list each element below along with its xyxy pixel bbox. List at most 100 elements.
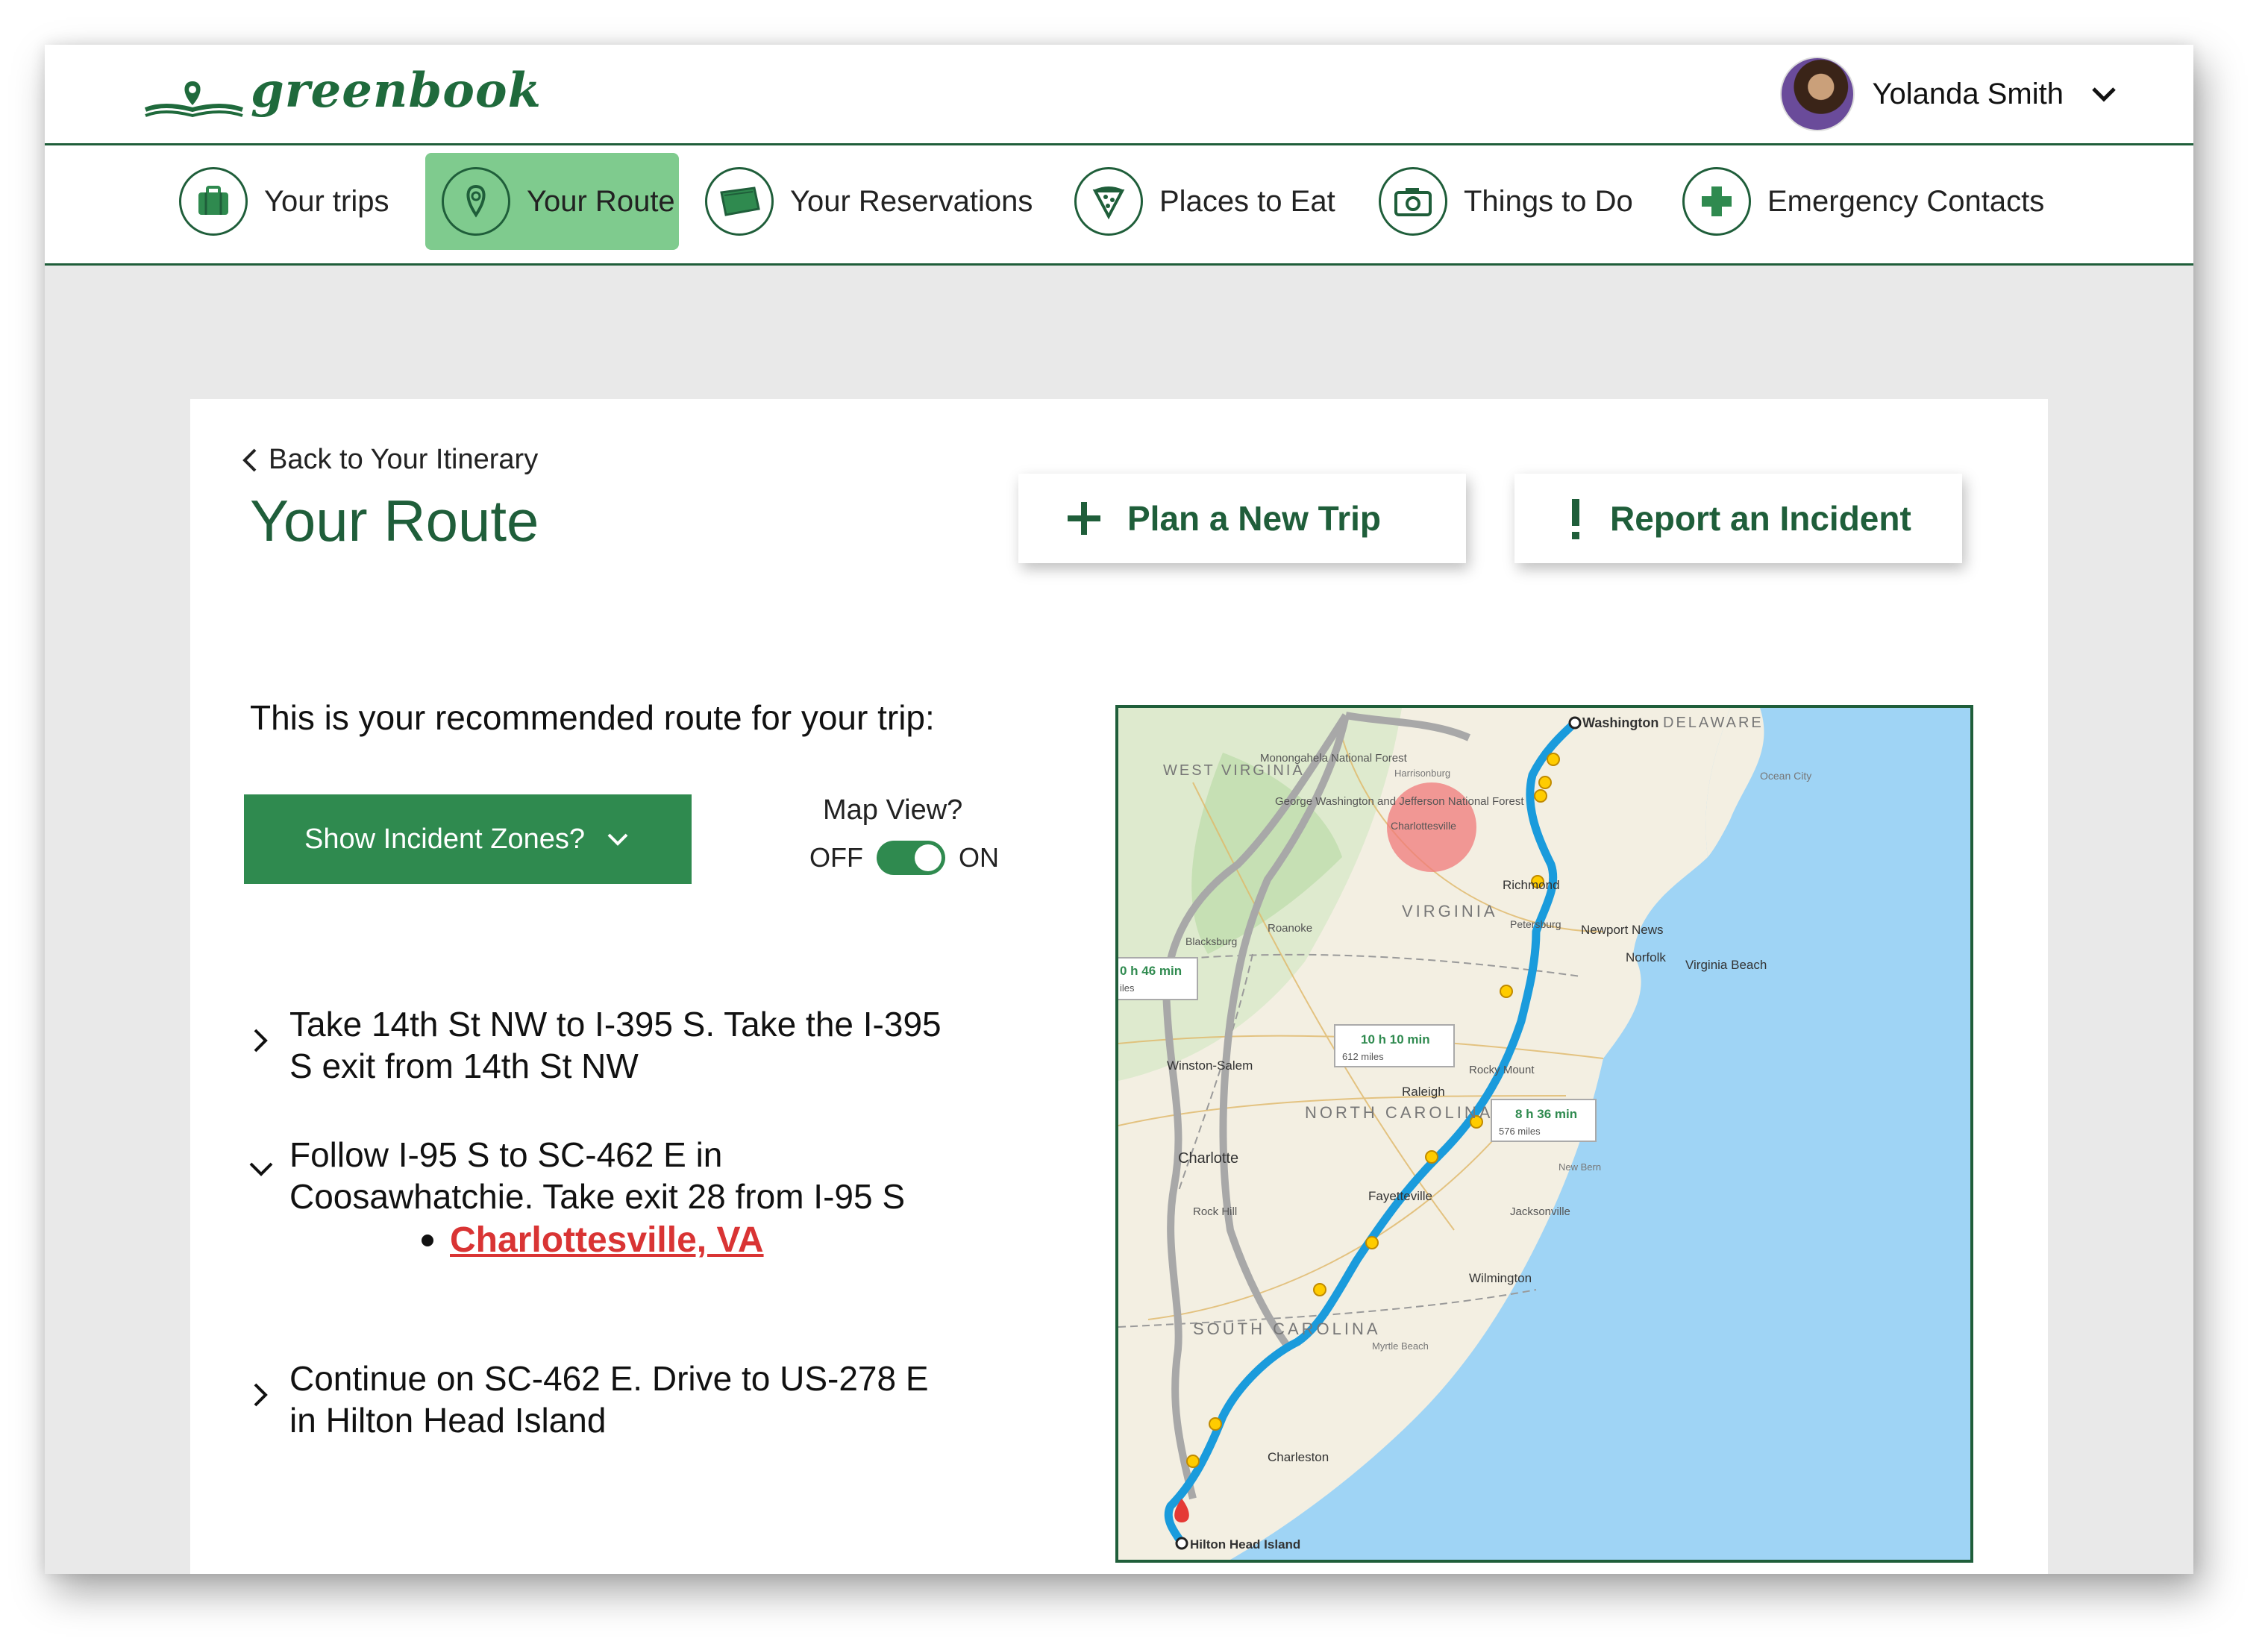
- tab-your-reservations[interactable]: Your Reservations: [705, 153, 1033, 250]
- chevron-down-icon[interactable]: [246, 1153, 276, 1183]
- map-label: NORTH CAROLINA: [1305, 1103, 1493, 1122]
- route-step[interactable]: Take 14th St NW to I-395 S. Take the I-3…: [246, 1003, 961, 1087]
- plan-new-trip-button[interactable]: Plan a New Trip: [1018, 474, 1466, 563]
- map-pin-icon: [442, 167, 510, 236]
- route-info-box[interactable]: 0 h 46 min iles: [1118, 957, 1198, 1000]
- route-time: 8 h 36 min: [1515, 1107, 1577, 1121]
- suitcase-icon: [179, 167, 248, 236]
- avatar: [1779, 57, 1855, 131]
- route-map[interactable]: Washington DELAWARE Ocean City WEST VIRG…: [1115, 705, 1973, 1563]
- tab-label: Emergency Contacts: [1767, 184, 2045, 218]
- map-label: Washington: [1582, 715, 1658, 730]
- map-label: Raleigh: [1402, 1085, 1445, 1099]
- incident-zones-dropdown[interactable]: Show Incident Zones?: [244, 794, 692, 884]
- chevron-down-icon: [607, 833, 628, 846]
- page-title: Your Route: [250, 488, 539, 553]
- map-label: Rock Hill: [1193, 1205, 1237, 1218]
- route-time: 0 h 46 min: [1120, 964, 1182, 978]
- chevron-right-icon[interactable]: [246, 1380, 276, 1410]
- map-label: Monongahela National Forest: [1260, 752, 1408, 765]
- chevron-right-icon[interactable]: [246, 1026, 276, 1055]
- tab-your-route[interactable]: Your Route: [425, 153, 679, 250]
- plan-new-trip-label: Plan a New Trip: [1127, 499, 1381, 538]
- tab-label: Your Reservations: [790, 184, 1033, 218]
- logo[interactable]: greenbook: [142, 63, 542, 119]
- route-step-text: Follow I-95 S to SC-462 E in Coosawhatch…: [289, 1135, 906, 1216]
- tab-label: Things to Do: [1464, 184, 1633, 218]
- top-bar: greenbook Yolanda Smith: [45, 45, 2193, 145]
- route-info-box[interactable]: 8 h 36 min 576 miles: [1491, 1099, 1597, 1142]
- map-label: Blacksburg: [1185, 935, 1237, 947]
- medical-cross-icon: [1682, 167, 1751, 236]
- route-time: 10 h 10 min: [1361, 1032, 1430, 1047]
- pizza-icon: [1074, 167, 1143, 236]
- map-label: Jacksonville: [1510, 1205, 1570, 1218]
- toggle-on-label: ON: [958, 842, 999, 873]
- back-link-label: Back to Your Itinerary: [269, 444, 539, 475]
- main-nav: Your trips Your Route Your Reservations …: [45, 145, 2193, 266]
- back-link[interactable]: Back to Your Itinerary: [239, 444, 538, 476]
- tab-your-trips[interactable]: Your trips: [179, 153, 389, 250]
- tab-label: Your trips: [264, 184, 389, 218]
- map-label: Charlottesville: [1391, 820, 1456, 832]
- tab-emergency-contacts[interactable]: Emergency Contacts: [1682, 153, 2044, 250]
- exclamation-icon: [1572, 499, 1579, 539]
- map-label: Wilmington: [1469, 1271, 1532, 1285]
- map-canvas: Washington DELAWARE Ocean City WEST VIRG…: [1118, 708, 1811, 1560]
- report-incident-label: Report an Incident: [1610, 499, 1911, 538]
- map-label: Norfolk: [1626, 950, 1666, 964]
- map-label: Hilton Head Island: [1190, 1537, 1300, 1552]
- map-label: Roanoke: [1268, 922, 1312, 935]
- user-menu[interactable]: Yolanda Smith: [1779, 57, 2119, 131]
- chevron-down-icon[interactable]: [2089, 79, 2119, 109]
- route-miles: 576 miles: [1499, 1126, 1541, 1137]
- tab-label: Places to Eat: [1159, 184, 1335, 218]
- user-name: Yolanda Smith: [1872, 77, 2064, 110]
- route-card: Back to Your Itinerary Your Route Plan a…: [190, 399, 2048, 1574]
- report-incident-button[interactable]: Report an Incident: [1514, 474, 1962, 563]
- map-label: Myrtle Beach: [1372, 1340, 1429, 1352]
- map-label: Charleston: [1268, 1450, 1329, 1464]
- map-label: George Washington and Jefferson National…: [1275, 795, 1524, 808]
- map-view-label: Map View?: [823, 794, 963, 826]
- map-label: WEST VIRGINIA: [1163, 762, 1305, 779]
- toggle-off-label: OFF: [809, 842, 863, 873]
- camera-icon: [1379, 167, 1447, 236]
- route-step-text: Continue on SC-462 E. Drive to US-278 E …: [289, 1359, 929, 1440]
- map-label: DELAWARE: [1663, 715, 1764, 731]
- map-label: Charlotte: [1178, 1150, 1238, 1167]
- route-subtitle: This is your recommended route for your …: [250, 698, 935, 737]
- incident-location-item: Charlottesville, VA: [422, 1220, 764, 1261]
- map-label: Ocean City: [1760, 770, 1811, 782]
- map-label: Fayetteville: [1368, 1189, 1432, 1203]
- route-step-text: Take 14th St NW to I-395 S. Take the I-3…: [289, 1005, 942, 1085]
- app-window: greenbook Yolanda Smith Your trips Your …: [45, 45, 2193, 1574]
- chevron-left-icon: [242, 448, 257, 471]
- map-label: Virginia Beach: [1685, 958, 1767, 972]
- route-step[interactable]: Follow I-95 S to SC-462 E in Coosawhatch…: [246, 1134, 961, 1217]
- map-label: SOUTH CAROLINA: [1193, 1320, 1381, 1338]
- tab-label: Your Route: [527, 184, 675, 218]
- map-label: Newport News: [1581, 923, 1664, 937]
- book-pin-icon: [144, 81, 243, 118]
- toggle-knob: [914, 844, 942, 871]
- bullet-dot: [422, 1234, 433, 1246]
- tab-things-to-do[interactable]: Things to Do: [1379, 153, 1633, 250]
- route-miles: iles: [1120, 982, 1135, 994]
- tab-places-to-eat[interactable]: Places to Eat: [1074, 153, 1335, 250]
- map-label: VIRGINIA: [1402, 902, 1498, 920]
- incident-zones-label: Show Incident Zones?: [304, 823, 585, 855]
- logo-text: greenbook: [251, 63, 542, 119]
- route-miles: 612 miles: [1342, 1051, 1384, 1062]
- incident-location-link[interactable]: Charlottesville, VA: [450, 1220, 764, 1261]
- route-step[interactable]: Continue on SC-462 E. Drive to US-278 E …: [246, 1358, 961, 1441]
- map-label: Rocky Mount: [1469, 1064, 1535, 1076]
- map-view-toggle[interactable]: [876, 841, 945, 875]
- map-label: Richmond: [1503, 878, 1560, 892]
- map-label: New Bern: [1559, 1161, 1601, 1173]
- map-label: Harrisonburg: [1394, 768, 1450, 779]
- map-view-toggle-row: OFF ON: [809, 841, 999, 875]
- map-label: Winston-Salem: [1167, 1058, 1253, 1073]
- route-info-box[interactable]: 10 h 10 min 612 miles: [1334, 1024, 1455, 1067]
- plus-icon: [1068, 502, 1100, 535]
